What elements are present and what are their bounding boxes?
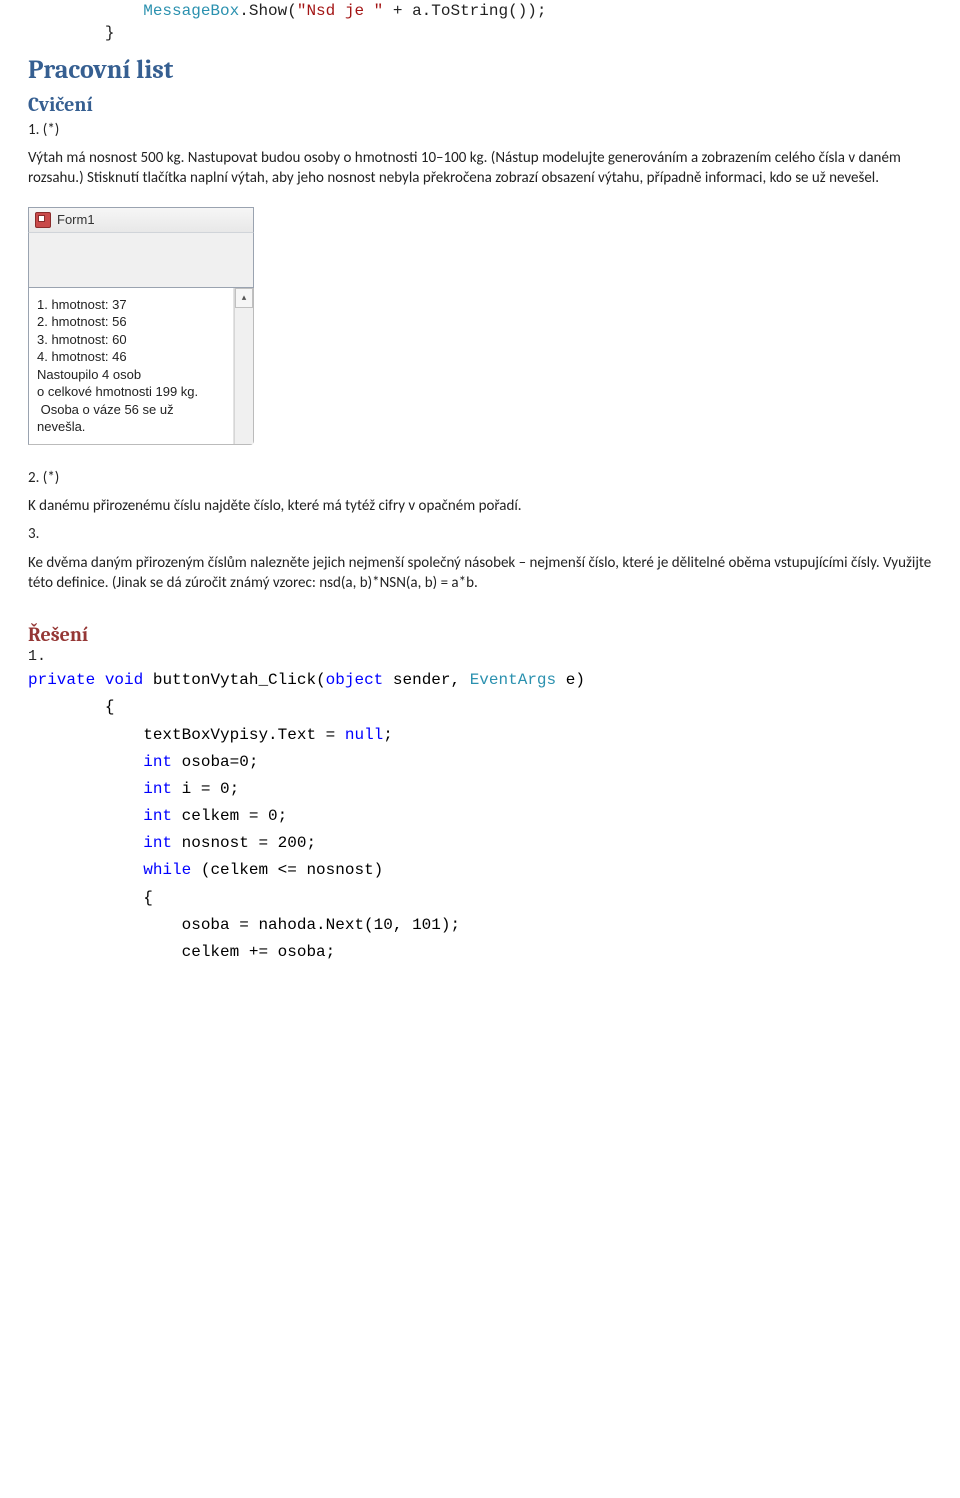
exercise-3-number: 3. [28, 524, 932, 544]
scroll-track[interactable] [235, 308, 253, 444]
scrollbar[interactable]: ▴ [234, 288, 253, 444]
heading-cviceni: Cvičení [28, 93, 932, 116]
exercise-1-number: 1. (*) [28, 120, 932, 140]
code-text: + a.ToString()); [383, 2, 546, 20]
form-screenshot: Form1 1. hmotnost: 37 2. hmotnost: 56 3.… [28, 207, 254, 445]
code-solution: private void buttonVytah_Click(object se… [28, 667, 932, 966]
kw-object: object [326, 671, 384, 689]
window-title: Form1 [57, 212, 95, 227]
code-snippet-top: MessageBox.Show("Nsd je " + a.ToString()… [28, 0, 932, 45]
method-name: buttonVytah_Click( [143, 671, 325, 689]
output-textbox[interactable]: 1. hmotnost: 37 2. hmotnost: 56 3. hmotn… [29, 288, 234, 444]
exercise-1-text: Výtah má nosnost 500 kg. Nastupovat budo… [28, 148, 932, 189]
textbox-container: 1. hmotnost: 37 2. hmotnost: 56 3. hmotn… [28, 288, 254, 445]
type-eventargs: EventArgs [470, 671, 556, 689]
type-messagebox: MessageBox [143, 2, 239, 20]
kw-int: int [143, 753, 172, 771]
kw-int: int [143, 834, 172, 852]
form-client-area [28, 233, 254, 288]
kw-while: while [143, 861, 191, 879]
kw-int: int [143, 780, 172, 798]
kw-private: private [28, 671, 95, 689]
closing-brace: } [28, 24, 114, 42]
heading-pracovni-list: Pracovní list [28, 55, 932, 85]
solution-number: 1. [28, 648, 932, 665]
form-icon [35, 212, 51, 228]
kw-null: null [345, 726, 383, 744]
exercise-2-text: K danému přirozenému číslu najděte číslo… [28, 496, 932, 516]
exercise-3-text: Ke dvěma daným přirozeným číslům nalezně… [28, 553, 932, 594]
heading-reseni: Řešení [28, 623, 932, 646]
kw-void: void [105, 671, 143, 689]
window-titlebar: Form1 [28, 207, 254, 233]
string-literal: "Nsd je " [297, 2, 383, 20]
scroll-up-button[interactable]: ▴ [235, 288, 253, 308]
exercise-2-number: 2. (*) [28, 468, 932, 488]
kw-int: int [143, 807, 172, 825]
